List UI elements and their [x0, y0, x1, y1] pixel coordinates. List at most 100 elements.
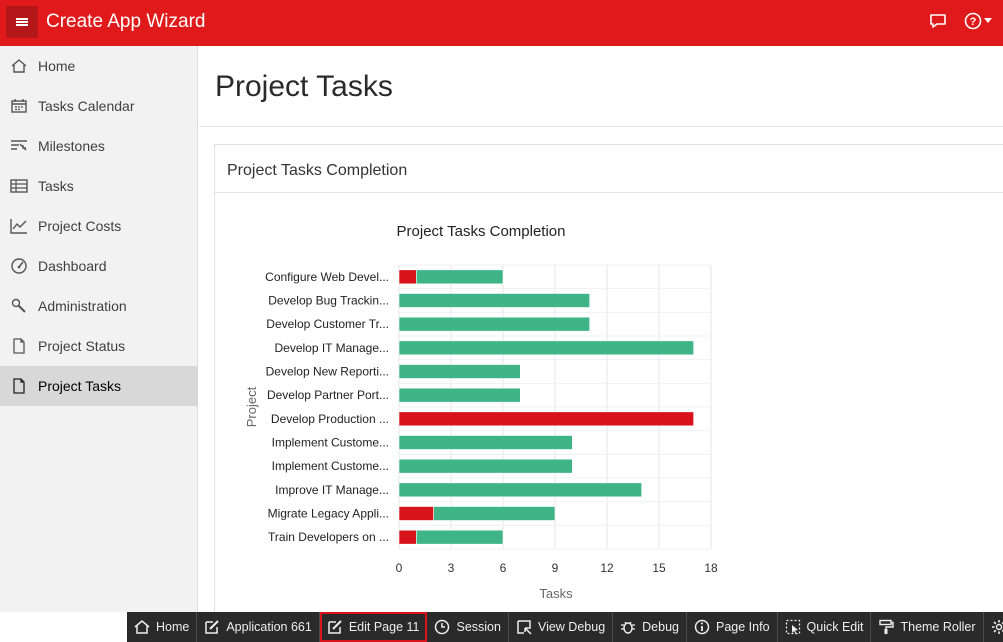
x-tick-label: 0: [396, 561, 403, 575]
bar-segment[interactable]: [398, 506, 434, 521]
dev-application-button[interactable]: Application 661: [197, 612, 320, 642]
sidebar-item-tasks[interactable]: Tasks: [0, 166, 198, 206]
bar-segment[interactable]: [398, 340, 694, 356]
y-tick-label: Develop Customer Tr...: [266, 317, 389, 331]
bar-segment[interactable]: [398, 482, 642, 498]
x-tick-label: 12: [600, 561, 614, 575]
bar-segment[interactable]: [398, 316, 590, 332]
chart-title: Project Tasks Completion: [397, 223, 566, 240]
y-tick-label: Develop New Reporti...: [266, 365, 389, 379]
y-axis-title: Project: [244, 386, 259, 427]
bar-segment[interactable]: [398, 269, 417, 285]
bar-segment[interactable]: [398, 364, 521, 379]
dev-page-info-button[interactable]: Page Info: [687, 612, 778, 642]
sidebar-item-project-tasks[interactable]: Project Tasks: [0, 366, 198, 406]
dev-button-label: Page Info: [716, 620, 770, 634]
dev-home-button[interactable]: Home: [127, 612, 198, 642]
app-title[interactable]: Create App Wizard: [46, 11, 205, 33]
dev-theme-roller-button[interactable]: Theme Roller: [871, 612, 984, 642]
y-tick-label: Develop IT Manage...: [274, 341, 389, 355]
dev-settings-button[interactable]: [984, 612, 1003, 642]
clock-icon: [435, 619, 450, 635]
dev-button-label: Application 661: [226, 620, 312, 634]
bar-segment[interactable]: [398, 387, 521, 403]
dev-button-label: View Debug: [537, 620, 606, 634]
bar-segment[interactable]: [398, 293, 590, 308]
bar-segment[interactable]: [433, 506, 556, 521]
dev-session-button[interactable]: Session: [427, 612, 509, 642]
sidebar-item-tasks-calendar[interactable]: Tasks Calendar: [0, 86, 198, 126]
sidebar-item-label: Dashboard: [38, 258, 107, 274]
wrench-icon: [11, 298, 26, 313]
sidebar-item-milestones[interactable]: Milestones: [0, 126, 198, 166]
help-icon[interactable]: ?: [964, 12, 992, 30]
dev-button-label: Session: [456, 620, 501, 634]
y-tick-label: Train Developers on ...: [268, 530, 389, 544]
y-tick-label: Develop Bug Trackin...: [268, 294, 389, 308]
bar-segment[interactable]: [398, 458, 573, 474]
chevron-down-icon: [984, 18, 992, 23]
developer-toolbar: Home Application 661 Edit Page 11 Sessio…: [127, 612, 1003, 642]
sidebar-item-dashboard[interactable]: Dashboard: [0, 246, 198, 286]
sidebar-item-label: Project Costs: [38, 218, 122, 234]
sidebar-item-label: Tasks Calendar: [38, 98, 135, 114]
hamburger-icon[interactable]: [6, 6, 38, 38]
bar-segment[interactable]: [416, 269, 504, 285]
x-tick-label: 9: [552, 561, 559, 575]
sidebar-item-label: Project Tasks: [38, 378, 121, 394]
x-tick-label: 6: [500, 561, 507, 575]
dev-button-label: Quick Edit: [806, 620, 864, 634]
sidebar-item-label: Project Status: [38, 338, 126, 354]
sidebar-nav: Home Tasks Calendar Milestones Tasks Pro…: [0, 46, 198, 612]
y-tick-label: Migrate Legacy Appli...: [268, 507, 389, 521]
x-tick-label: 18: [704, 561, 718, 575]
sidebar-item-label: Home: [38, 58, 76, 74]
x-tick-label: 3: [448, 561, 455, 575]
svg-text:?: ?: [970, 16, 977, 28]
sidebar-item-label: Milestones: [38, 138, 105, 154]
chart-region: Project Tasks Completion Configure Web D…: [214, 144, 1003, 624]
y-tick-label: Configure Web Devel...: [265, 270, 389, 284]
home-icon: [134, 620, 150, 634]
dev-view-debug-button[interactable]: View Debug: [509, 612, 614, 642]
bar-segment[interactable]: [416, 529, 504, 545]
calendar-icon: [11, 99, 27, 113]
bar-segment[interactable]: [398, 411, 694, 427]
sidebar-item-label: Tasks: [38, 178, 74, 194]
dev-button-label: Home: [156, 620, 190, 634]
app-header: Create App Wizard ?: [0, 0, 1003, 46]
gear-icon: [991, 620, 1003, 634]
y-tick-label: Improve IT Manage...: [275, 483, 389, 497]
file-icon: [13, 338, 25, 354]
sidebar-item-project-status[interactable]: Project Status: [0, 326, 198, 366]
sidebar-item-home[interactable]: Home: [0, 46, 198, 86]
x-axis-title: Tasks: [539, 586, 573, 601]
chat-bubble-icon[interactable]: [929, 12, 947, 35]
dev-debug-button[interactable]: Debug: [613, 612, 687, 642]
table-icon: [10, 179, 28, 193]
x-tick-label: 15: [652, 561, 666, 575]
home-icon: [11, 59, 27, 73]
bar-segment[interactable]: [398, 435, 573, 450]
sidebar-item-project-costs[interactable]: Project Costs: [0, 206, 198, 246]
milestones-icon: [11, 140, 27, 151]
sidebar-item-administration[interactable]: Administration: [0, 286, 198, 326]
file-icon: [13, 378, 25, 394]
y-tick-label: Develop Partner Port...: [267, 388, 389, 402]
quick-edit-icon: [785, 619, 800, 635]
dev-button-label: Theme Roller: [900, 620, 976, 634]
bar-chart: Configure Web Devel... Develop Bug Tracki…: [244, 223, 718, 601]
sidebar-item-label: Administration: [38, 298, 127, 314]
edit-icon: [328, 620, 342, 634]
edit-icon: [205, 620, 220, 634]
y-tick-label: Develop Production ...: [271, 412, 389, 426]
info-icon: [694, 619, 710, 635]
dashboard-icon: [11, 258, 27, 274]
y-tick-label: Implement Custome...: [272, 459, 389, 473]
bar-segment[interactable]: [398, 529, 417, 545]
dev-quick-edit-button[interactable]: Quick Edit: [778, 612, 872, 642]
y-tick-label: Implement Custome...: [272, 436, 389, 450]
dev-edit-page-button[interactable]: Edit Page 11: [319, 612, 428, 642]
page-title: Project Tasks: [215, 70, 393, 103]
dev-button-label: Debug: [642, 620, 679, 634]
